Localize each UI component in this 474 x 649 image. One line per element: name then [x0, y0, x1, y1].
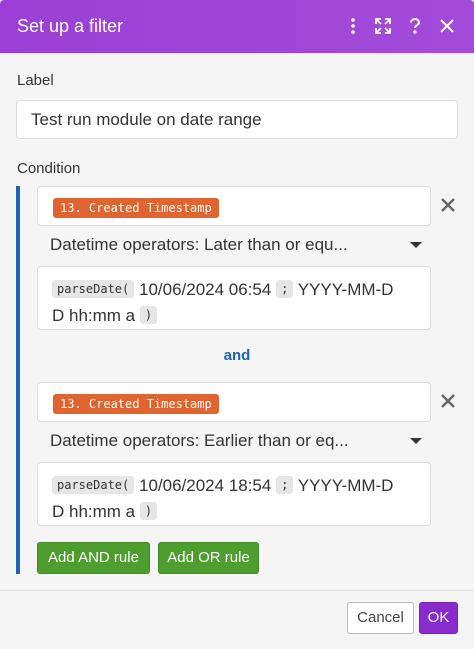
function-token: parseDate( [52, 280, 135, 298]
more-vertical-icon[interactable] [341, 14, 365, 38]
operator-label: Datetime operators: Earlier than or eq..… [50, 431, 349, 450]
format-text-2: D hh:mm a [52, 502, 136, 521]
ok-button[interactable]: OK [419, 602, 458, 634]
close-paren-token: ) [139, 502, 158, 520]
cancel-button[interactable]: Cancel [347, 602, 414, 634]
function-token: parseDate( [52, 476, 135, 494]
caret-down-icon [410, 438, 422, 444]
label-caption: Label [17, 72, 54, 89]
rule-2-remove-icon[interactable] [441, 394, 457, 410]
separator-token: ; [276, 280, 294, 298]
close-icon[interactable] [435, 14, 459, 38]
date-text: 10/06/2024 18:54 [138, 476, 272, 495]
rule-1-value-input[interactable]: parseDate( 10/06/2024 06:54 ; YYYY-MM-D … [37, 266, 431, 330]
close-paren-token: ) [139, 306, 158, 324]
operator-label: Datetime operators: Later than or equ... [50, 235, 348, 254]
rule-1-remove-icon[interactable] [441, 198, 457, 214]
format-text-1: YYYY-MM-D [297, 280, 394, 299]
rule-1-operator-select[interactable]: Datetime operators: Later than or equ... [50, 233, 422, 257]
and-joiner: and [223, 347, 251, 364]
expression: parseDate( 10/06/2024 18:54 ; YYYY-MM-D … [38, 463, 430, 533]
field-pill: 13. Created Timestamp [53, 198, 219, 218]
rule-1-field-input[interactable]: 13. Created Timestamp [37, 186, 431, 226]
caret-down-icon [410, 242, 422, 248]
field-pill: 13. Created Timestamp [53, 394, 219, 414]
help-icon[interactable] [403, 14, 427, 38]
expand-icon[interactable] [371, 14, 395, 38]
rule-2-field-input[interactable]: 13. Created Timestamp [37, 382, 431, 422]
dialog-header: Set up a filter [0, 0, 474, 53]
filter-dialog: Set up a filter Label Test run module on… [0, 0, 474, 649]
date-text: 10/06/2024 06:54 [138, 280, 272, 299]
format-text-2: D hh:mm a [52, 306, 136, 325]
add-or-rule-button[interactable]: Add OR rule [158, 542, 259, 574]
condition-group-bar [16, 186, 20, 574]
label-input[interactable]: Test run module on date range [16, 100, 458, 139]
format-text-1: YYYY-MM-D [297, 476, 394, 495]
dialog-title: Set up a filter [17, 16, 124, 36]
condition-caption: Condition [17, 160, 81, 177]
add-and-rule-button[interactable]: Add AND rule [37, 542, 150, 574]
separator-token: ; [276, 476, 294, 494]
rule-2-value-input[interactable]: parseDate( 10/06/2024 18:54 ; YYYY-MM-D … [37, 462, 431, 526]
expression: parseDate( 10/06/2024 06:54 ; YYYY-MM-D … [38, 267, 430, 337]
rule-2-operator-select[interactable]: Datetime operators: Earlier than or eq..… [50, 429, 422, 453]
